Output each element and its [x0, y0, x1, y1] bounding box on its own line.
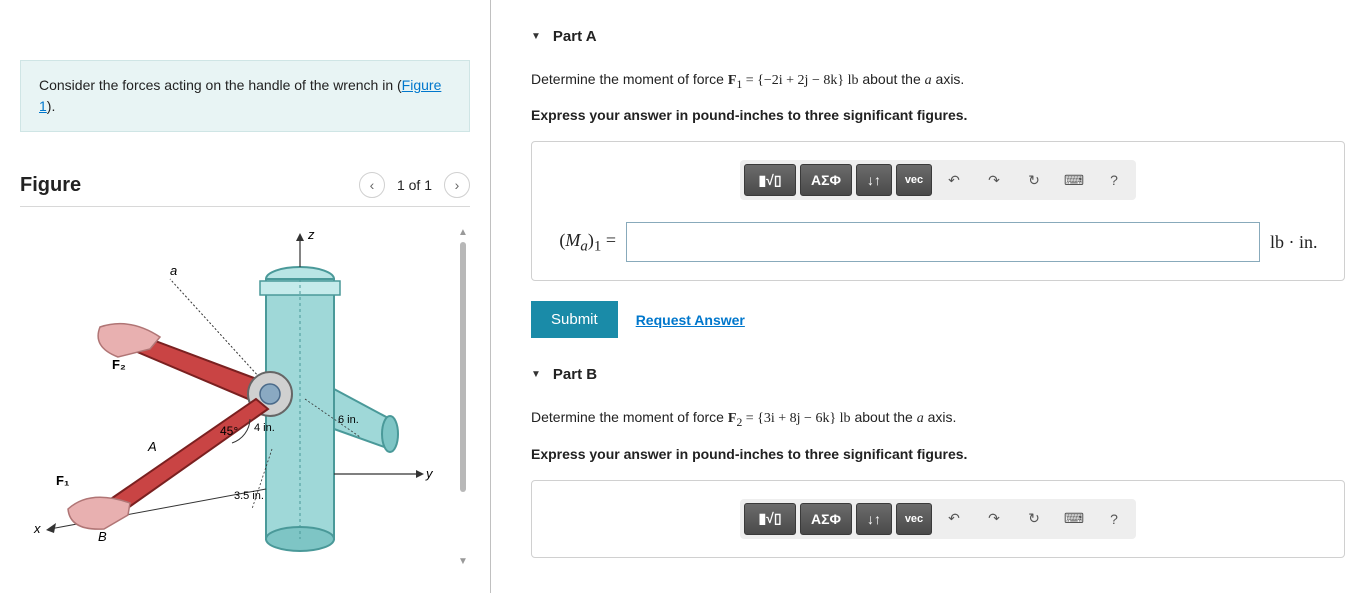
subscript-button[interactable]: ↓↑	[856, 503, 892, 535]
scroll-down-icon[interactable]: ▼	[458, 556, 468, 567]
point-a-label: A	[147, 439, 157, 454]
part-b-question: Determine the moment of force F2 = {3i +…	[531, 407, 1345, 431]
point-b-label: B	[98, 529, 107, 544]
greek-button[interactable]: ΑΣΦ	[800, 164, 852, 196]
undo-button[interactable]: ↶	[936, 164, 972, 196]
greek-button[interactable]: ΑΣΦ	[800, 503, 852, 535]
keyboard-button[interactable]: ⌨	[1056, 503, 1092, 535]
equation-toolbar: ▮√▯ ΑΣΦ ↓↑ vec ↶ ↷ ↻ ⌨ ?	[740, 160, 1136, 200]
figure-divider	[20, 206, 470, 207]
figure-area: z y x a F₂	[20, 219, 470, 579]
left-panel: Consider the forces acting on the handle…	[0, 0, 490, 593]
collapse-icon: ▼	[531, 369, 541, 380]
equation-toolbar-b: ▮√▯ ΑΣΦ ↓↑ vec ↶ ↷ ↻ ⌨ ?	[740, 499, 1136, 539]
force-f2-label: F₂	[112, 357, 126, 372]
force-f1-label: F₁	[56, 473, 69, 488]
answer-unit: lb · in.	[1270, 232, 1330, 253]
problem-prompt: Consider the forces acting on the handle…	[20, 60, 470, 132]
templates-button[interactable]: ▮√▯	[744, 164, 796, 196]
figure-title: Figure	[20, 174, 81, 197]
submit-row: Submit Request Answer	[531, 301, 1345, 338]
part-a-title: Part A	[553, 28, 597, 45]
axis-x-label: x	[33, 521, 41, 536]
scroll-track[interactable]	[460, 242, 466, 552]
help-button[interactable]: ?	[1096, 164, 1132, 196]
vec-button[interactable]: vec	[896, 503, 932, 535]
reset-button[interactable]: ↻	[1016, 503, 1052, 535]
part-b-section: ▼ Part B Determine the moment of force F…	[531, 366, 1345, 557]
part-a-header[interactable]: ▼ Part A	[531, 28, 1345, 45]
angle-label: 45°	[220, 424, 238, 438]
figure-prev-button[interactable]: ‹	[359, 172, 385, 198]
dim-35in-label: 3.5 in.	[234, 490, 264, 502]
answer-label: (Ma)1 =	[546, 230, 616, 256]
help-button[interactable]: ?	[1096, 503, 1132, 535]
undo-button[interactable]: ↶	[936, 503, 972, 535]
figure-nav: ‹ 1 of 1 ›	[359, 172, 470, 198]
part-b-header[interactable]: ▼ Part B	[531, 366, 1345, 383]
part-b-answer-box: ▮√▯ ΑΣΦ ↓↑ vec ↶ ↷ ↻ ⌨ ?	[531, 480, 1345, 558]
axis-z-label: z	[307, 227, 315, 242]
scroll-thumb[interactable]	[460, 242, 466, 492]
subscript-button[interactable]: ↓↑	[856, 164, 892, 196]
answer-input[interactable]	[626, 222, 1260, 262]
templates-button[interactable]: ▮√▯	[744, 503, 796, 535]
scroll-up-icon[interactable]: ▲	[458, 227, 468, 238]
part-a-instruction: Express your answer in pound-inches to t…	[531, 107, 1345, 123]
right-panel: ▼ Part A Determine the moment of force F…	[491, 0, 1365, 593]
part-b-instruction: Express your answer in pound-inches to t…	[531, 446, 1345, 462]
dim-4in-label: 4 in.	[254, 422, 275, 434]
figure-scrollbar[interactable]: ▲ ▼	[458, 227, 468, 567]
answer-row: (Ma)1 = lb · in.	[546, 222, 1330, 262]
part-b-title: Part B	[553, 366, 597, 383]
axis-y-label: y	[425, 466, 434, 481]
redo-button[interactable]: ↷	[976, 503, 1012, 535]
request-answer-link[interactable]: Request Answer	[636, 312, 745, 328]
submit-button[interactable]: Submit	[531, 301, 618, 338]
figure-image: z y x a F₂	[20, 219, 440, 559]
dim-6in-label: 6 in.	[338, 414, 359, 426]
part-a-section: ▼ Part A Determine the moment of force F…	[531, 28, 1345, 338]
part-a-answer-box: ▮√▯ ΑΣΦ ↓↑ vec ↶ ↷ ↻ ⌨ ? (Ma)1 = lb · in…	[531, 141, 1345, 281]
axis-a-label: a	[170, 263, 177, 278]
prompt-text: Consider the forces acting on the handle…	[39, 77, 402, 93]
reset-button[interactable]: ↻	[1016, 164, 1052, 196]
figure-next-button[interactable]: ›	[444, 172, 470, 198]
part-a-question: Determine the moment of force F1 = {−2i …	[531, 69, 1345, 93]
vec-button[interactable]: vec	[896, 164, 932, 196]
redo-button[interactable]: ↷	[976, 164, 1012, 196]
keyboard-button[interactable]: ⌨	[1056, 164, 1092, 196]
prompt-text-after: ).	[47, 98, 56, 114]
figure-header: Figure ‹ 1 of 1 ›	[20, 172, 470, 198]
figure-nav-label: 1 of 1	[391, 177, 438, 193]
collapse-icon: ▼	[531, 31, 541, 42]
